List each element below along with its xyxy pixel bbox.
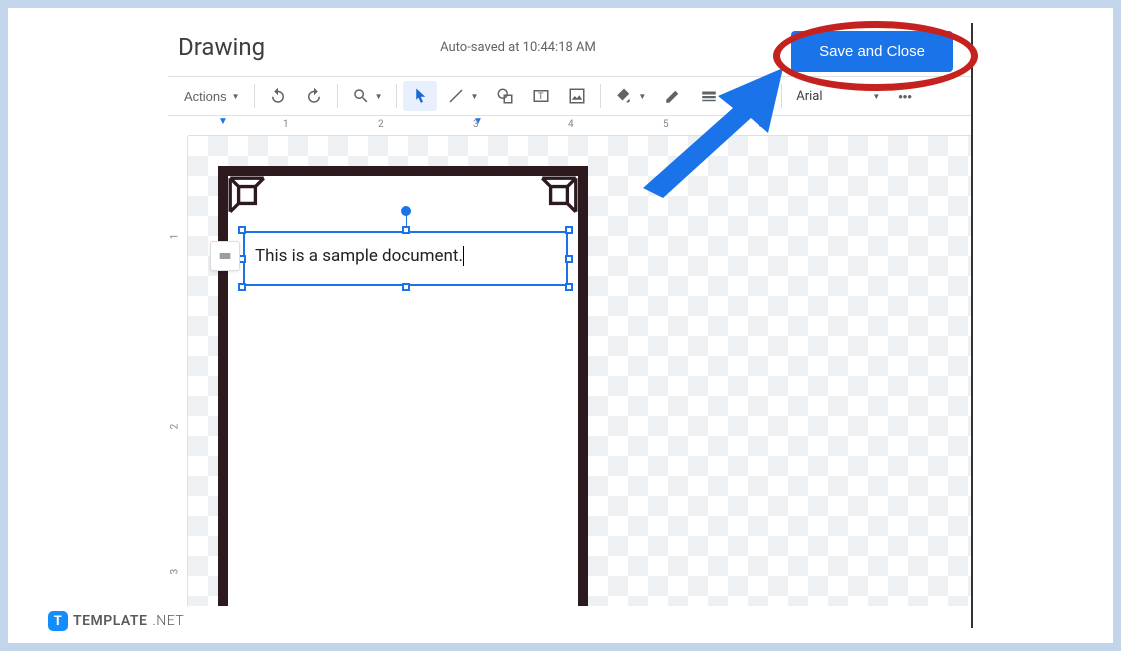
autosave-status: Auto-saved at 10:44:18 AM bbox=[440, 40, 596, 55]
canvas-container: ▼ 1 2 ▼ 3 4 5 6 1 2 3 bbox=[168, 116, 973, 606]
watermark-text: TEMPLATE bbox=[73, 613, 147, 629]
zoom-icon bbox=[352, 87, 370, 105]
separator bbox=[396, 84, 397, 108]
line-dash-icon bbox=[736, 87, 754, 105]
redo-icon bbox=[305, 87, 323, 105]
dialog-header: Drawing Auto-saved at 10:44:18 AM Save a… bbox=[168, 23, 973, 76]
watermark-logo-icon: T bbox=[48, 611, 68, 631]
watermark: T TEMPLATE .NET bbox=[48, 611, 184, 631]
ruler-tick: 3 bbox=[473, 119, 479, 130]
fill-color-button[interactable]: ▼ bbox=[607, 81, 654, 111]
cursor-icon bbox=[411, 87, 429, 105]
dropdown-caret-icon: ▼ bbox=[638, 92, 646, 101]
undo-button[interactable] bbox=[261, 81, 295, 111]
font-family-select[interactable]: Arial ▼ bbox=[788, 85, 888, 108]
select-tool-button[interactable] bbox=[403, 81, 437, 111]
dropdown-caret-icon: ▼ bbox=[470, 92, 478, 101]
textbox-tool-button[interactable]: T bbox=[524, 81, 558, 111]
dialog-content: Drawing Auto-saved at 10:44:18 AM Save a… bbox=[168, 23, 973, 628]
font-label: Arial bbox=[796, 89, 822, 104]
undo-icon bbox=[269, 87, 287, 105]
more-icon: ••• bbox=[898, 89, 912, 104]
save-and-close-button[interactable]: Save and Close bbox=[791, 31, 953, 72]
shape-icon bbox=[496, 87, 514, 105]
svg-text:T: T bbox=[538, 91, 544, 101]
actions-label: Actions bbox=[184, 89, 227, 104]
resize-handle-e[interactable] bbox=[565, 255, 573, 263]
dialog-title: Drawing bbox=[178, 33, 265, 61]
line-tool-button[interactable]: ▼ bbox=[439, 81, 486, 111]
resize-handle-sw[interactable] bbox=[238, 283, 246, 291]
textbox-selection[interactable]: This is a sample document. bbox=[243, 231, 568, 286]
app-window: Drawing Auto-saved at 10:44:18 AM Save a… bbox=[0, 0, 1121, 651]
resize-handle-nw[interactable] bbox=[238, 226, 246, 234]
vertical-ruler[interactable]: 1 2 3 bbox=[168, 136, 188, 606]
shape-tool-button[interactable] bbox=[488, 81, 522, 111]
dropdown-caret-icon: ▼ bbox=[375, 92, 383, 101]
frame-corner-icon bbox=[538, 174, 580, 216]
image-icon bbox=[568, 87, 586, 105]
ruler-tick: 1 bbox=[283, 119, 289, 130]
resize-handle-n[interactable] bbox=[402, 226, 410, 234]
separator bbox=[337, 84, 338, 108]
rotation-handle[interactable] bbox=[401, 206, 411, 216]
dropdown-caret-icon: ▼ bbox=[759, 92, 767, 101]
horizontal-ruler[interactable]: ▼ 1 2 ▼ 3 4 5 6 bbox=[188, 116, 973, 136]
border-color-button[interactable] bbox=[656, 81, 690, 111]
actions-menu[interactable]: Actions ▼ bbox=[176, 81, 248, 111]
line-weight-icon bbox=[700, 87, 718, 105]
ruler-guide-icon: ▼ bbox=[218, 116, 228, 127]
textbox-icon: T bbox=[532, 87, 550, 105]
ruler-tick: 1 bbox=[169, 234, 180, 240]
watermark-text-thin: .NET bbox=[152, 613, 184, 629]
drag-handle-icon bbox=[217, 248, 233, 264]
line-icon bbox=[447, 87, 465, 105]
ruler-tick: 5 bbox=[663, 119, 669, 130]
ruler-tick: 6 bbox=[758, 119, 764, 130]
resize-handle-ne[interactable] bbox=[565, 226, 573, 234]
pencil-icon bbox=[664, 87, 682, 105]
toolbar: Actions ▼ ▼ ▼ T ▼ ▼ Arial ▼ ••• bbox=[168, 76, 973, 116]
resize-handle-se[interactable] bbox=[565, 283, 573, 291]
dropdown-caret-icon: ▼ bbox=[232, 92, 240, 101]
text-wrap-handle[interactable] bbox=[210, 241, 240, 271]
frame-corner-icon bbox=[226, 174, 268, 216]
more-options-button[interactable]: ••• bbox=[890, 81, 920, 111]
ruler-tick: 2 bbox=[169, 424, 180, 430]
ruler-tick: 3 bbox=[169, 569, 180, 575]
resize-handle-s[interactable] bbox=[402, 283, 410, 291]
dropdown-caret-icon: ▼ bbox=[872, 92, 880, 101]
drawing-canvas[interactable]: This is a sample document. bbox=[188, 136, 973, 606]
panel-divider bbox=[971, 23, 973, 628]
redo-button[interactable] bbox=[297, 81, 331, 111]
separator bbox=[781, 84, 782, 108]
border-weight-button[interactable] bbox=[692, 81, 726, 111]
zoom-button[interactable]: ▼ bbox=[344, 81, 391, 111]
ruler-tick: 2 bbox=[378, 119, 384, 130]
separator bbox=[254, 84, 255, 108]
separator bbox=[600, 84, 601, 108]
ruler-tick: 4 bbox=[568, 119, 574, 130]
image-tool-button[interactable] bbox=[560, 81, 594, 111]
paint-bucket-icon bbox=[615, 87, 633, 105]
textbox-text[interactable]: This is a sample document. bbox=[255, 246, 464, 266]
border-dash-button[interactable]: ▼ bbox=[728, 81, 775, 111]
